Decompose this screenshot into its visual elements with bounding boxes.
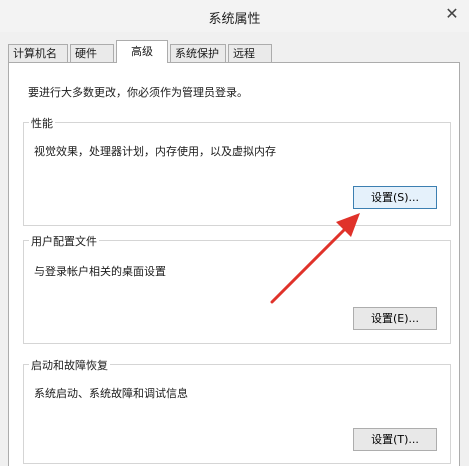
tab-advanced[interactable]: 高级: [116, 40, 168, 63]
annotation-arrow: [270, 213, 360, 304]
annotation-arrow-shaft: [270, 224, 350, 304]
